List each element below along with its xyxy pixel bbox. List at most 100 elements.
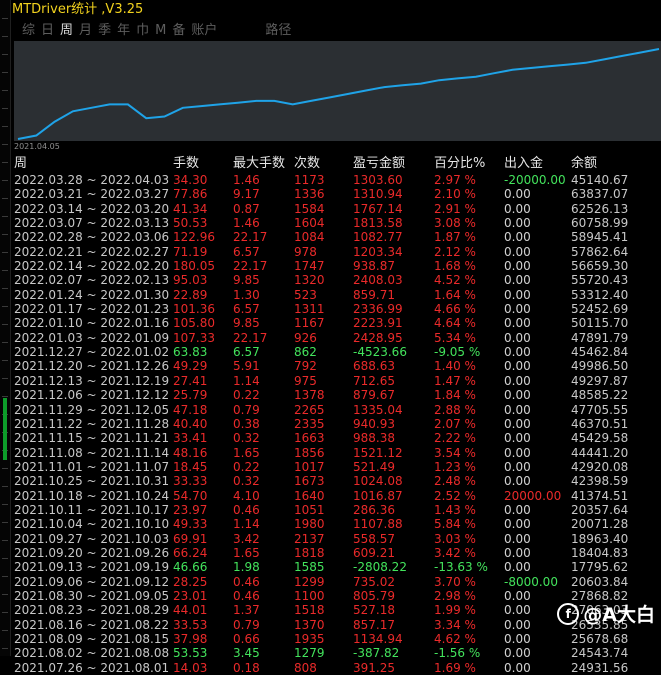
table-row[interactable]: 2022.01.24 ~ 2022.01.30 22.89 1.30 523 859.7… [14,288,659,302]
row-percent: 1.23 % [434,459,476,474]
tab-day[interactable]: 日 [41,22,54,40]
row-deposit-withdraw: 20000.00 [504,488,562,503]
table-row[interactable]: 2022.01.17 ~ 2022.01.23 101.36 6.57 1311 233… [14,302,659,316]
equity-chart [14,41,661,141]
table-row[interactable]: 2021.09.06 ~ 2021.09.12 28.25 0.46 1299 735.… [14,575,659,589]
row-profit-loss: 558.57 [353,531,395,546]
tab-quarter[interactable]: 季 [98,22,111,40]
row-week: 2022.02.07 ~ 2022.02.13 [14,273,170,288]
row-lots: 18.45 [173,459,208,474]
table-row[interactable]: 2021.11.22 ~ 2021.11.28 40.40 0.38 2335 940.… [14,417,659,431]
tab-path[interactable]: 路径 [265,22,291,40]
row-trades: 1818 [294,545,325,560]
tab-month[interactable]: 月 [79,22,92,40]
row-trades: 1370 [294,617,325,632]
table-row[interactable]: 2021.10.18 ~ 2021.10.24 54.70 4.10 1640 1016… [14,489,659,503]
row-lots: 34.30 [173,173,208,187]
table-row[interactable]: 2021.11.01 ~ 2021.11.07 18.45 0.22 1017 521.… [14,460,659,474]
tab-year[interactable]: 年 [117,22,130,40]
row-max-lots: 4.10 [233,488,260,503]
row-lots: 48.16 [173,445,208,460]
ruler-tick [2,378,8,379]
row-lots: 41.34 [173,201,208,216]
table-row[interactable]: 2021.09.20 ~ 2021.09.26 66.24 1.65 1818 609.… [14,546,659,560]
row-deposit-withdraw: -20000.00 [504,173,566,187]
table-row[interactable]: 2021.10.25 ~ 2021.10.31 33.33 0.32 1673 1024… [14,474,659,488]
ruler-tick [2,468,8,469]
tab-magic[interactable]: M [155,22,166,40]
row-balance: 20071.28 [571,517,629,532]
tab-week[interactable]: 周 [60,22,73,40]
row-week: 2022.02.21 ~ 2022.02.27 [14,244,170,259]
row-lots: 40.40 [173,416,208,431]
row-trades: 1173 [294,173,325,187]
table-row[interactable]: 2021.12.13 ~ 2021.12.19 27.41 1.14 975 712.6… [14,374,659,388]
row-trades: 1017 [294,459,325,474]
row-max-lots: 0.32 [233,431,260,446]
tab-account[interactable]: 账户 [191,22,217,40]
table-row[interactable]: 2022.03.21 ~ 2022.03.27 77.86 9.17 1336 1310… [14,187,659,201]
row-week: 2021.07.26 ~ 2021.08.01 [14,660,170,675]
row-trades: 926 [294,330,317,345]
tab-symbol[interactable]: 巾 [136,22,149,40]
table-row[interactable]: 2021.08.09 ~ 2021.08.15 37.98 0.66 1935 1134… [14,632,659,646]
row-deposit-withdraw: 0.00 [504,259,531,274]
row-deposit-withdraw: 0.00 [504,345,531,360]
row-profit-loss: 527.18 [353,603,395,618]
row-week: 2021.09.20 ~ 2021.09.26 [14,545,170,560]
table-row[interactable]: 2022.02.28 ~ 2022.03.06 122.96 22.17 1084 10… [14,230,659,244]
table-row[interactable]: 2022.01.03 ~ 2022.01.09 107.33 22.17 926 242… [14,331,659,345]
row-max-lots: 1.46 [233,173,260,187]
table-row[interactable]: 2022.02.14 ~ 2022.02.20 180.05 22.17 1747 93… [14,259,659,273]
ruler-tick [2,252,8,253]
row-week: 2021.08.02 ~ 2021.08.08 [14,646,170,661]
row-lots: 105.80 [173,316,215,331]
tab-notes[interactable]: 备 [172,22,185,40]
row-trades: 2265 [294,402,325,417]
row-trades: 808 [294,660,317,675]
row-balance: 25678.68 [571,632,629,646]
row-deposit-withdraw: 0.00 [504,603,531,618]
table-row[interactable]: 2021.09.27 ~ 2021.10.03 69.91 3.42 2137 558.… [14,532,659,546]
row-balance: 63837.07 [571,187,629,202]
table-row[interactable]: 2022.02.07 ~ 2022.02.13 95.03 9.85 1320 2408… [14,273,659,287]
row-week: 2021.12.27 ~ 2022.01.02 [14,345,170,360]
row-max-lots: 1.37 [233,603,260,618]
header-balance: 余额 [571,156,598,171]
row-percent: 4.66 % [434,302,476,317]
ruler-tick [2,108,8,109]
table-row[interactable]: 2021.10.04 ~ 2021.10.10 49.33 1.14 1980 1107… [14,517,659,531]
table-row[interactable]: 2022.03.28 ~ 2022.04.03 34.30 1.46 1173 1303… [14,173,659,187]
table-row[interactable]: 2021.09.13 ~ 2021.09.19 46.66 1.98 1585 -280… [14,560,659,574]
row-max-lots: 0.79 [233,402,260,417]
row-percent: 3.08 % [434,216,476,231]
table-row[interactable]: 2022.03.07 ~ 2022.03.13 50.53 1.46 1604 1813… [14,216,659,230]
table-row[interactable]: 2021.11.29 ~ 2021.12.05 47.18 0.79 2265 1335… [14,403,659,417]
row-balance: 48585.22 [571,388,629,403]
row-week: 2021.10.04 ~ 2021.10.10 [14,517,170,532]
equity-line [17,48,660,140]
table-row[interactable]: 2021.08.02 ~ 2021.08.08 53.53 3.45 1279 -387… [14,646,659,660]
table-row[interactable]: 2021.12.20 ~ 2021.12.26 49.29 5.91 792 688.6… [14,359,659,373]
row-percent: 2.97 % [434,173,476,187]
ruler-tick [2,216,8,217]
row-profit-loss: 1107.88 [353,517,403,532]
table-row[interactable]: 2021.07.26 ~ 2021.08.01 14.03 0.18 808 391.2… [14,661,659,675]
ruler-tick [2,324,8,325]
table-row[interactable]: 2022.03.14 ~ 2022.03.20 41.34 0.87 1584 1767… [14,202,659,216]
row-week: 2021.08.23 ~ 2021.08.29 [14,603,170,618]
table-row[interactable]: 2021.12.06 ~ 2021.12.12 25.79 0.22 1378 879.… [14,388,659,402]
table-row[interactable]: 2021.10.11 ~ 2021.10.17 23.97 0.46 1051 286.… [14,503,659,517]
row-lots: 71.19 [173,244,208,259]
table-row[interactable]: 2021.11.15 ~ 2021.11.21 33.41 0.32 1663 988.… [14,431,659,445]
table-row[interactable]: 2022.01.10 ~ 2022.01.16 105.80 9.85 1167 222… [14,316,659,330]
row-lots: 37.98 [173,632,208,646]
tab-summary[interactable]: 综 [22,22,35,40]
row-max-lots: 1.98 [233,560,260,575]
table-row[interactable]: 2021.12.27 ~ 2022.01.02 63.83 6.57 862 -4523… [14,345,659,359]
row-max-lots: 9.17 [233,187,260,202]
ruler-tick [2,342,8,343]
row-deposit-withdraw: 0.00 [504,273,531,288]
table-row[interactable]: 2022.02.21 ~ 2022.02.27 71.19 6.57 978 1203.… [14,245,659,259]
table-row[interactable]: 2021.11.08 ~ 2021.11.14 48.16 1.65 1856 1521… [14,446,659,460]
